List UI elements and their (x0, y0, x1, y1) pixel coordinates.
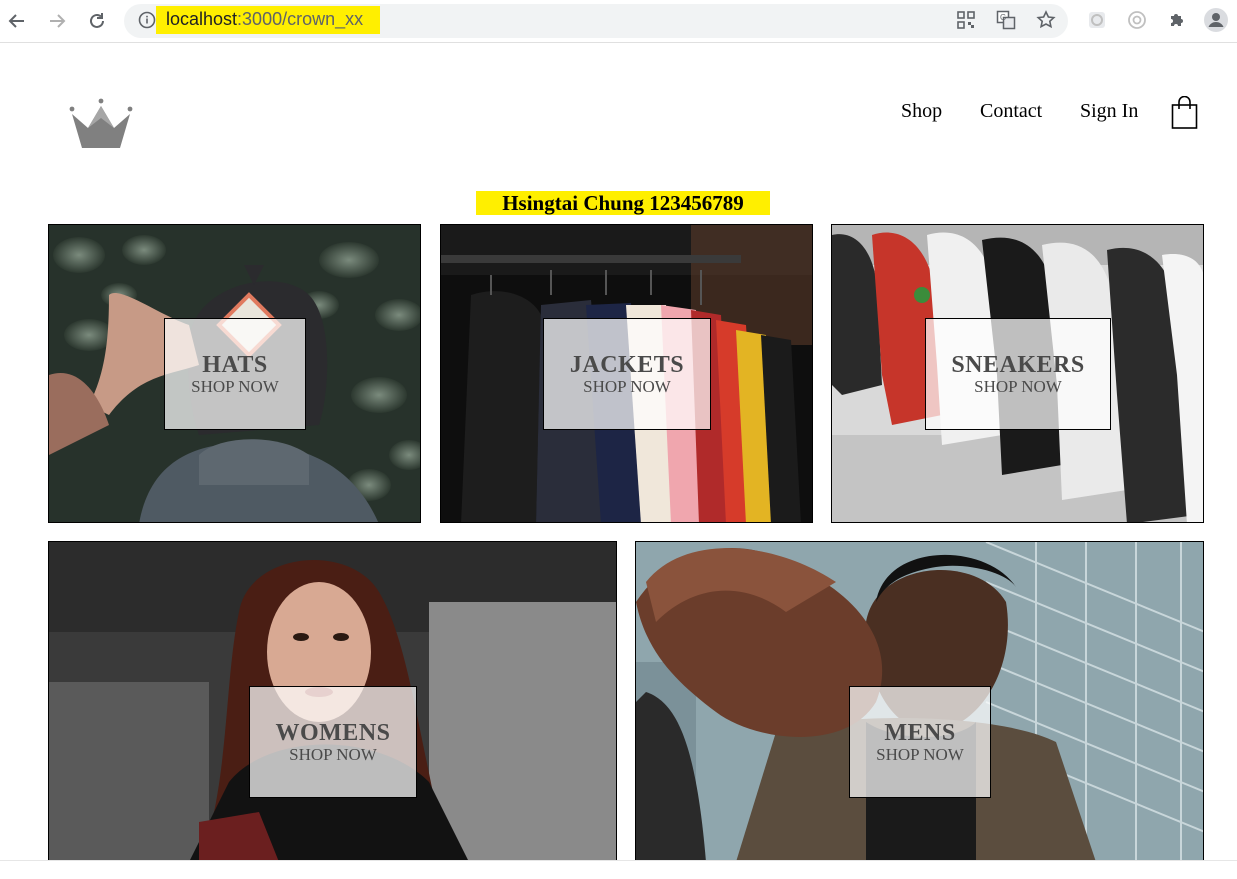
qr-code-icon[interactable] (955, 9, 977, 31)
womens-shop-now: SHOP NOW (289, 745, 377, 764)
extension-1-icon[interactable] (1085, 8, 1109, 32)
bookmark-star-icon[interactable] (1035, 9, 1057, 31)
menu-item-mens[interactable]: MENS SHOP NOW (635, 541, 1204, 861)
jackets-overlay[interactable]: JACKETS SHOP NOW (543, 318, 711, 430)
menu-item-womens[interactable]: WOMENS SHOP NOW (48, 541, 617, 861)
hats-overlay[interactable]: HATS SHOP NOW (164, 318, 306, 430)
womens-title: WOMENS (275, 720, 391, 746)
student-name-banner: Hsingtai Chung 123456789 (476, 191, 770, 215)
url-host: localhost (166, 9, 238, 29)
menu-item-sneakers[interactable]: SNEAKERS SHOP NOW (831, 224, 1204, 523)
mens-overlay[interactable]: MENS SHOP NOW (849, 686, 991, 798)
menu-item-hats[interactable]: HATS SHOP NOW (48, 224, 421, 523)
translate-icon[interactable]: G (995, 9, 1017, 31)
info-icon[interactable] (136, 9, 158, 31)
nav-contact-link[interactable]: Contact (980, 100, 1042, 123)
nav-shop-link[interactable]: Shop (901, 100, 942, 123)
profile-avatar-icon[interactable] (1204, 8, 1228, 32)
womens-overlay[interactable]: WOMENS SHOP NOW (249, 686, 417, 798)
sneakers-title: SNEAKERS (951, 352, 1085, 378)
sneakers-overlay[interactable]: SNEAKERS SHOP NOW (925, 318, 1111, 430)
bottom-bar (0, 860, 1237, 879)
nav-sign-in-link[interactable]: Sign In (1080, 100, 1138, 123)
svg-text:G: G (1000, 13, 1006, 22)
crown-logo-icon[interactable] (66, 96, 136, 152)
extension-2-icon[interactable] (1125, 8, 1149, 32)
hats-shop-now: SHOP NOW (191, 377, 279, 396)
forward-icon[interactable] (45, 9, 69, 33)
browser-toolbar: localhost:3000/crown_xx G (0, 0, 1237, 43)
url-text[interactable]: localhost:3000/crown_xx (166, 9, 363, 30)
jackets-title: JACKETS (569, 352, 685, 378)
jackets-shop-now: SHOP NOW (583, 377, 671, 396)
hats-title: HATS (202, 352, 268, 378)
puzzle-extensions-icon[interactable] (1165, 8, 1189, 32)
url-port: :3000 (237, 9, 283, 29)
reload-icon[interactable] (85, 9, 109, 33)
sneakers-shop-now: SHOP NOW (974, 377, 1062, 396)
mens-shop-now: SHOP NOW (876, 745, 964, 764)
shopping-bag-icon[interactable] (1170, 95, 1200, 130)
menu-item-jackets[interactable]: JACKETS SHOP NOW (440, 224, 813, 523)
mens-title: MENS (884, 720, 956, 746)
back-icon[interactable] (5, 9, 29, 33)
url-path: /crown_xx (282, 9, 364, 29)
